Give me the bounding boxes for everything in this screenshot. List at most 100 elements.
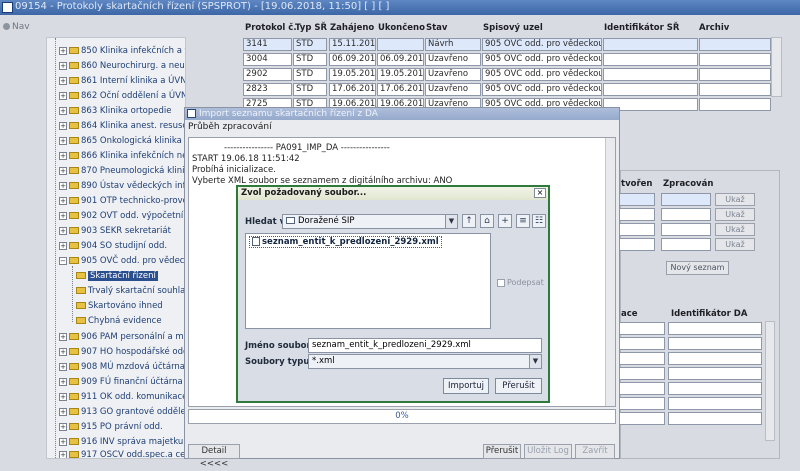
cell-vytvoren[interactable] bbox=[619, 223, 655, 236]
detail-button[interactable]: Detail <<<< bbox=[188, 444, 240, 469]
cell-stav[interactable]: Uzavřeno bbox=[425, 53, 481, 66]
filename-input[interactable]: seznam_entit_k_predlozeni_2929.xml bbox=[308, 338, 542, 353]
cell-identifikator-da[interactable] bbox=[668, 412, 762, 425]
cell-zpracovan[interactable] bbox=[661, 208, 711, 221]
expand-icon[interactable]: + bbox=[59, 437, 67, 446]
cell-ace[interactable] bbox=[619, 397, 665, 410]
tree-item[interactable]: +861 Interní klinika a ÚVN bbox=[59, 75, 185, 87]
cell-ace[interactable] bbox=[619, 322, 665, 335]
list-view-icon[interactable]: ≡ bbox=[516, 214, 530, 228]
tree-child-item[interactable]: Skartováno ihned bbox=[76, 300, 163, 312]
expand-icon[interactable]: + bbox=[59, 241, 67, 250]
cell-ace[interactable] bbox=[619, 382, 665, 395]
table-scrollbar[interactable] bbox=[771, 37, 782, 97]
ulozit-log-button[interactable]: Uložit Log bbox=[524, 444, 572, 459]
up-folder-icon[interactable]: ↑ bbox=[462, 214, 476, 228]
expand-icon[interactable]: + bbox=[59, 166, 67, 175]
cell-ace[interactable] bbox=[619, 352, 665, 365]
cell-typ[interactable]: STD bbox=[293, 83, 327, 96]
cell-identifikator-da[interactable] bbox=[668, 322, 762, 335]
tree-item[interactable]: +866 Klinika infekčních nemocí bbox=[59, 150, 185, 162]
close-icon[interactable]: × bbox=[534, 188, 546, 198]
expand-icon[interactable]: + bbox=[59, 422, 67, 431]
expand-icon[interactable]: + bbox=[59, 106, 67, 115]
col-header-archiv[interactable]: Archiv bbox=[699, 23, 729, 33]
collapse-icon[interactable]: − bbox=[59, 256, 67, 265]
zavrit-button[interactable]: Zavřít bbox=[575, 444, 615, 459]
tree-item[interactable]: +907 HO hospodářské oddělení bbox=[59, 346, 185, 358]
ukaz-button[interactable]: Ukaž bbox=[715, 193, 755, 206]
cell-archiv[interactable] bbox=[699, 83, 771, 96]
tree-item[interactable]: +901 OTP technicko-provozní bbox=[59, 195, 185, 207]
cell-ukonceno[interactable]: 17.06.2014 bbox=[377, 83, 424, 96]
cell-protokol[interactable]: 2823 bbox=[243, 83, 292, 96]
cell-identifikator[interactable] bbox=[603, 38, 698, 51]
cell-identifikator-da[interactable] bbox=[668, 337, 762, 350]
tree-item[interactable]: +915 PO právní odd. bbox=[59, 421, 163, 433]
col-header-stav[interactable]: Stav bbox=[426, 23, 447, 33]
expand-icon[interactable]: + bbox=[59, 136, 67, 145]
tree-item[interactable]: +870 Pneumologická klinika bbox=[59, 165, 185, 177]
tree-child-item-selected[interactable]: Skartační řízení bbox=[76, 270, 158, 282]
novy-seznam-button[interactable]: Nový seznam bbox=[666, 261, 729, 275]
cell-ace[interactable] bbox=[619, 337, 665, 350]
cell-typ[interactable]: STD bbox=[293, 38, 327, 51]
col-header-identifikator[interactable]: Identifikátor SŘ bbox=[604, 23, 679, 33]
cell-zahajeno[interactable]: 15.11.2017 bbox=[329, 38, 376, 51]
tree-item[interactable]: − 905 OVČ odd. pro vědeckou činnost bbox=[59, 255, 185, 267]
expand-icon[interactable]: + bbox=[59, 151, 67, 160]
cell-archiv[interactable] bbox=[699, 98, 771, 111]
file-type-combo[interactable]: *.xml ▼ bbox=[308, 354, 542, 369]
cell-archiv[interactable] bbox=[699, 68, 771, 81]
cell-archiv[interactable] bbox=[699, 38, 771, 51]
cell-ukonceno[interactable]: 19.05.2015 bbox=[377, 68, 424, 81]
details-view-icon[interactable]: ☷ bbox=[532, 214, 546, 228]
expand-icon[interactable]: + bbox=[59, 91, 67, 100]
expand-icon[interactable]: + bbox=[59, 450, 67, 458]
cell-zahajeno[interactable]: 06.09.2016 bbox=[329, 53, 376, 66]
tree-item[interactable]: +917 OSCV odd.spec.a celoživ. bbox=[59, 449, 185, 458]
tree-child-item[interactable]: Chybná evidence bbox=[76, 315, 162, 327]
new-folder-icon[interactable]: + bbox=[498, 214, 512, 228]
cell-spisovy-uzel[interactable]: 905 OVČ odd. pro vědeckou či bbox=[482, 68, 602, 81]
expand-icon[interactable]: + bbox=[59, 46, 67, 55]
expand-icon[interactable]: + bbox=[59, 76, 67, 85]
cell-zpracovan[interactable] bbox=[661, 223, 711, 236]
cell-zahajeno[interactable]: 17.06.2014 bbox=[329, 83, 376, 96]
cell-archiv[interactable] bbox=[699, 53, 771, 66]
podepsat-checkbox[interactable]: Podepsat bbox=[497, 278, 544, 287]
cell-spisovy-uzel[interactable]: 905 OVČ odd. pro vědeckou či bbox=[482, 38, 602, 51]
expand-icon[interactable]: + bbox=[59, 362, 67, 371]
cell-zahajeno[interactable]: 19.05.2015 bbox=[329, 68, 376, 81]
cell-spisovy-uzel[interactable]: 905 OVČ odd. pro vědeckou či bbox=[482, 53, 602, 66]
chevron-down-icon[interactable]: ▼ bbox=[445, 215, 457, 228]
col-header-typ[interactable]: Typ SŘ bbox=[295, 23, 327, 33]
cell-identifikator-da[interactable] bbox=[668, 382, 762, 395]
expand-icon[interactable]: + bbox=[59, 211, 67, 220]
tree-item[interactable]: +902 OVT odd. výpočetní techniky bbox=[59, 210, 185, 222]
cell-protokol[interactable]: 3141 bbox=[243, 38, 292, 51]
tree-item[interactable]: +863 Klinika ortopedie bbox=[59, 105, 172, 117]
expand-icon[interactable]: + bbox=[59, 226, 67, 235]
col-header-ukonceno[interactable]: Ukončeno bbox=[378, 23, 425, 33]
cell-identifikator-da[interactable] bbox=[668, 367, 762, 380]
right-scrollbar[interactable] bbox=[765, 321, 775, 441]
cell-identifikator[interactable] bbox=[603, 53, 698, 66]
col-header-zahajeno[interactable]: Zahájeno bbox=[330, 23, 374, 33]
cell-ukonceno[interactable] bbox=[377, 38, 424, 51]
cell-identifikator[interactable] bbox=[603, 68, 698, 81]
prerusit-file-button[interactable]: Přerušit bbox=[495, 378, 542, 394]
tree-item[interactable]: +904 SO studijní odd. bbox=[59, 240, 167, 252]
cell-protokol[interactable]: 3004 bbox=[243, 53, 292, 66]
importuj-button[interactable]: Importuj bbox=[443, 378, 489, 394]
tree-item[interactable]: +916 INV správa majetku bbox=[59, 436, 183, 448]
expand-icon[interactable]: + bbox=[59, 377, 67, 386]
cell-identifikator-da[interactable] bbox=[668, 397, 762, 410]
log-scrollbar[interactable] bbox=[605, 138, 615, 406]
cell-typ[interactable]: STD bbox=[293, 53, 327, 66]
cell-stav[interactable]: Návrh bbox=[425, 38, 481, 51]
cell-stav[interactable]: Uzavřeno bbox=[425, 68, 481, 81]
tree-item[interactable]: +862 Oční oddělení a ÚVN bbox=[59, 90, 185, 102]
cell-spisovy-uzel[interactable]: 905 OVČ odd. pro vědeckou či bbox=[482, 83, 602, 96]
nav-toggle[interactable]: Nav bbox=[3, 22, 30, 32]
